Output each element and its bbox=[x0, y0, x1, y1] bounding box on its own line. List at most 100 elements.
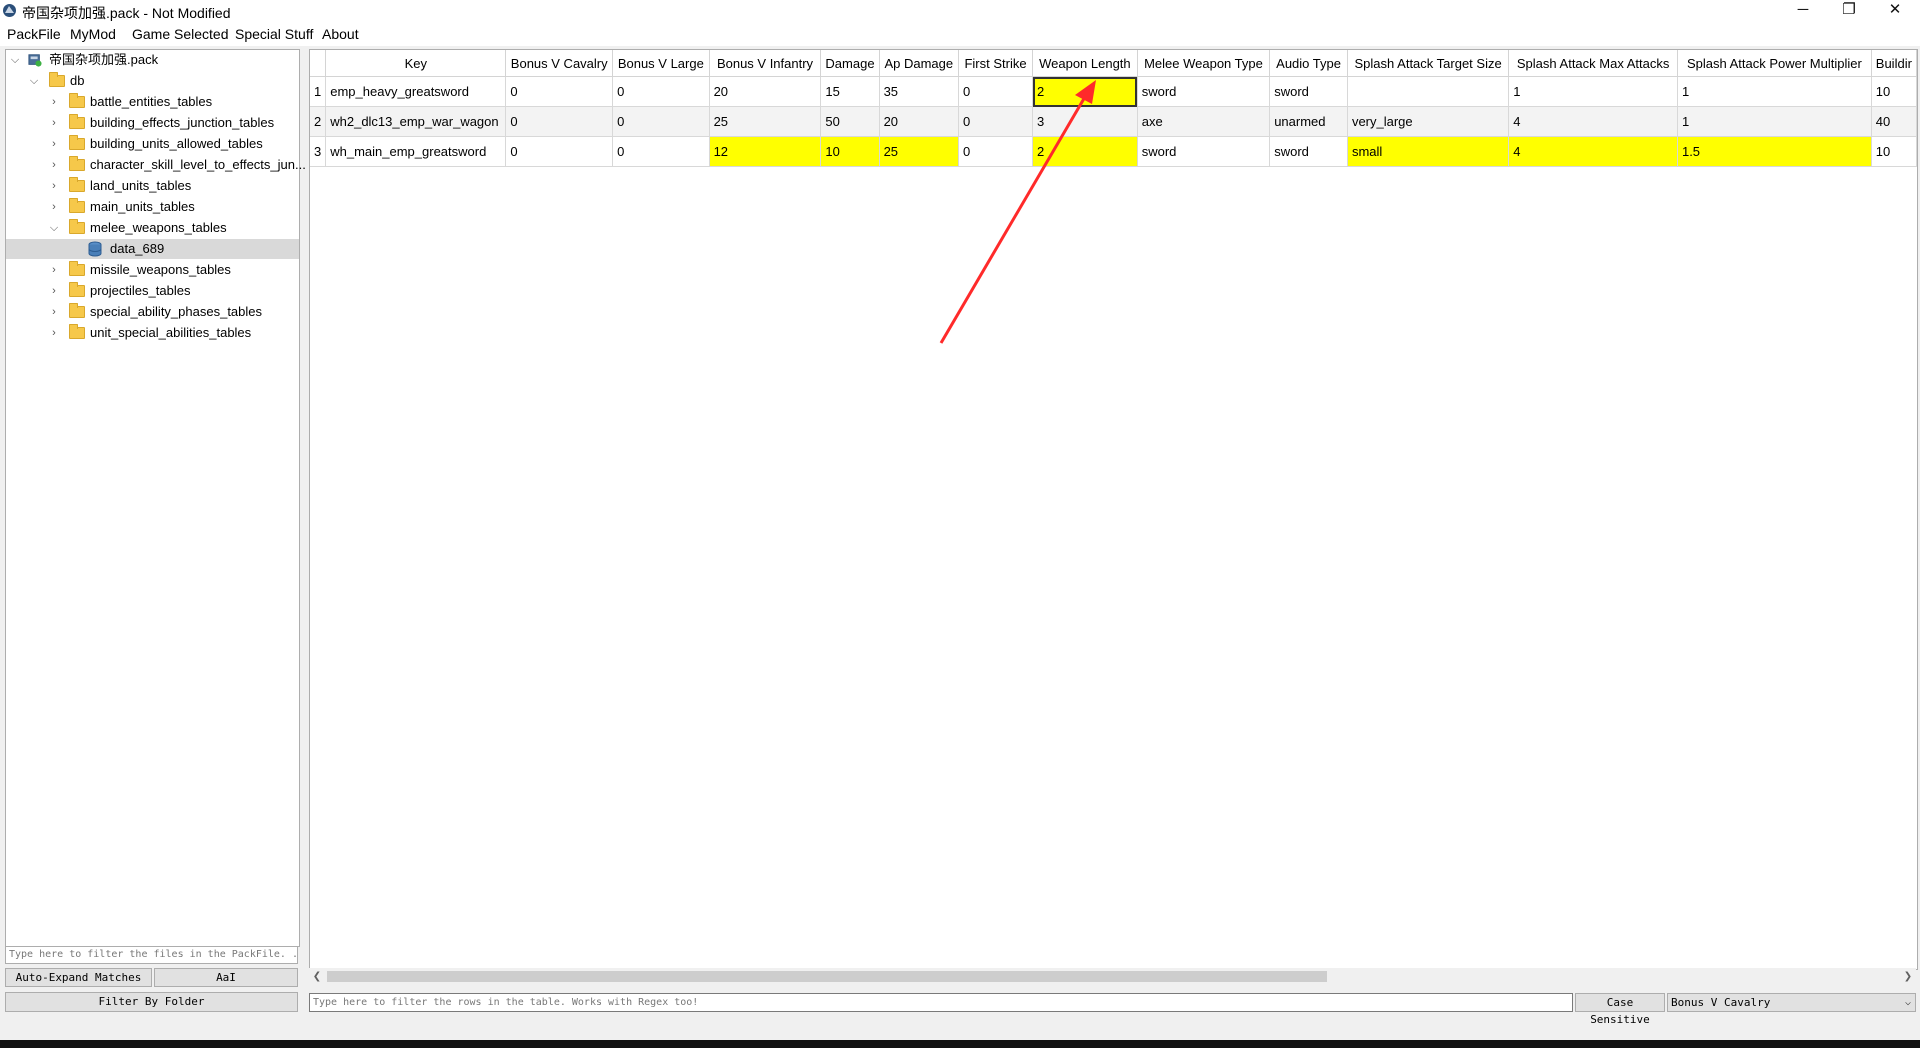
table-cell[interactable]: 0 bbox=[612, 106, 710, 137]
table-cell[interactable]: 0 bbox=[958, 106, 1034, 137]
chevron-down-icon[interactable]: ⌵ bbox=[48, 218, 60, 238]
col-header-audio-type[interactable]: Audio Type bbox=[1269, 50, 1348, 77]
table-cell[interactable]: 20 bbox=[879, 106, 959, 137]
filter-column-select[interactable]: Bonus V Cavalry ⌵ bbox=[1667, 993, 1916, 1012]
table-cell[interactable]: wh_main_emp_greatsword bbox=[325, 136, 507, 167]
col-header-splash-power-multiplier[interactable]: Splash Attack Power Multiplier bbox=[1677, 50, 1872, 77]
chevron-right-icon[interactable]: › bbox=[48, 134, 60, 154]
tree-folder[interactable]: › special_ability_phases_tables bbox=[6, 302, 299, 322]
table-row[interactable]: 2 wh2_dlc13_emp_war_wagon 0 0 25 50 20 0… bbox=[310, 106, 1917, 137]
table-cell-modified[interactable]: 2 bbox=[1032, 136, 1138, 167]
table-row[interactable]: 3 wh_main_emp_greatsword 0 0 12 10 25 0 … bbox=[310, 136, 1917, 167]
table-cell[interactable] bbox=[1347, 76, 1510, 107]
table-cell[interactable]: 25 bbox=[709, 106, 822, 137]
scroll-right-icon[interactable]: ❯ bbox=[1900, 968, 1916, 985]
table-cell[interactable]: sword bbox=[1137, 136, 1271, 167]
menu-mymod[interactable]: MyMod bbox=[70, 26, 116, 42]
table-cell[interactable]: 4 bbox=[1508, 106, 1678, 137]
tree-folder[interactable]: › projectiles_tables bbox=[6, 281, 299, 301]
table-cell[interactable]: 0 bbox=[612, 76, 710, 107]
table-cell[interactable]: 35 bbox=[879, 76, 959, 107]
chevron-right-icon[interactable]: › bbox=[48, 302, 60, 322]
table-cell[interactable]: 40 bbox=[1871, 106, 1917, 137]
tree-folder[interactable]: › building_effects_junction_tables bbox=[6, 113, 299, 133]
table-cell[interactable]: 1 bbox=[1677, 106, 1872, 137]
table-cell-modified[interactable]: 25 bbox=[879, 136, 959, 167]
col-header-key[interactable]: Key bbox=[325, 50, 507, 77]
minimize-button[interactable]: ─ bbox=[1780, 0, 1826, 22]
col-header-bonus-v-large[interactable]: Bonus V Large bbox=[612, 50, 710, 77]
col-header-first-strike[interactable]: First Strike bbox=[958, 50, 1034, 77]
tree-folder[interactable]: › character_skill_level_to_effects_jun..… bbox=[6, 155, 306, 175]
case-sensitive-button[interactable]: Case Sensitive bbox=[1575, 993, 1665, 1026]
table-cell[interactable]: sword bbox=[1269, 76, 1348, 107]
table-cell[interactable]: 15 bbox=[820, 76, 880, 107]
table-cell[interactable]: 0 bbox=[958, 136, 1034, 167]
tree-folder[interactable]: › building_units_allowed_tables bbox=[6, 134, 299, 154]
packfile-tree[interactable]: ⌵ 帝国杂项加强.pack ⌵ db › battle_entities_tab… bbox=[5, 49, 306, 947]
chevron-right-icon[interactable]: › bbox=[48, 281, 60, 301]
col-header-damage[interactable]: Damage bbox=[820, 50, 880, 77]
col-header-melee-weapon-type[interactable]: Melee Weapon Type bbox=[1137, 50, 1271, 77]
col-header-splash-target-size[interactable]: Splash Attack Target Size bbox=[1347, 50, 1510, 77]
table-cell[interactable]: emp_heavy_greatsword bbox=[325, 76, 507, 107]
table-cell-modified[interactable]: 1.5 bbox=[1677, 136, 1872, 167]
chevron-right-icon[interactable]: › bbox=[48, 323, 60, 343]
col-header-ap-damage[interactable]: Ap Damage bbox=[879, 50, 959, 77]
auto-expand-button[interactable]: Auto-Expand Matches bbox=[5, 968, 152, 987]
col-header-weapon-length[interactable]: Weapon Length bbox=[1032, 50, 1138, 77]
table-cell-modified[interactable]: 4 bbox=[1508, 136, 1678, 167]
maximize-button[interactable]: ❐ bbox=[1826, 0, 1872, 22]
table-cell[interactable]: very_large bbox=[1347, 106, 1510, 137]
menu-game-selected[interactable]: Game Selected bbox=[132, 26, 229, 42]
table-cell[interactable]: sword bbox=[1137, 76, 1271, 107]
table-cell[interactable]: 0 bbox=[612, 136, 710, 167]
table-cell-modified[interactable]: small bbox=[1347, 136, 1510, 167]
data-table[interactable]: Key Bonus V Cavalry Bonus V Large Bonus … bbox=[309, 49, 1918, 970]
col-header-splash-max-attacks[interactable]: Splash Attack Max Attacks bbox=[1508, 50, 1678, 77]
tree-folder-db[interactable]: ⌵ db bbox=[6, 71, 299, 91]
row-filter-input[interactable]: Type here to filter the rows in the tabl… bbox=[309, 993, 1573, 1012]
table-cell[interactable]: 0 bbox=[958, 76, 1034, 107]
table-cell[interactable]: wh2_dlc13_emp_war_wagon bbox=[325, 106, 507, 137]
scrollbar-thumb[interactable] bbox=[327, 971, 1327, 982]
table-cell[interactable]: axe bbox=[1137, 106, 1271, 137]
tree-folder[interactable]: › battle_entities_tables bbox=[6, 92, 299, 112]
chevron-right-icon[interactable]: › bbox=[48, 155, 60, 175]
table-cell-modified[interactable]: 10 bbox=[820, 136, 880, 167]
chevron-right-icon[interactable]: › bbox=[48, 197, 60, 217]
table-row[interactable]: 1 emp_heavy_greatsword 0 0 20 15 35 0 2 … bbox=[310, 76, 1917, 107]
col-header-building[interactable]: Buildir bbox=[1871, 50, 1917, 77]
chevron-right-icon[interactable]: › bbox=[48, 113, 60, 133]
close-button[interactable]: ✕ bbox=[1872, 0, 1918, 22]
horizontal-scrollbar[interactable]: ❮ ❯ bbox=[309, 968, 1916, 985]
tree-folder[interactable]: › land_units_tables bbox=[6, 176, 299, 196]
col-header-bonus-v-cavalry[interactable]: Bonus V Cavalry bbox=[505, 50, 614, 77]
chevron-right-icon[interactable]: › bbox=[48, 260, 60, 280]
tree-root[interactable]: ⌵ 帝国杂项加强.pack bbox=[6, 50, 299, 70]
packfile-filter-input[interactable]: Type here to filter the files in the Pac… bbox=[5, 946, 298, 964]
table-cell[interactable]: unarmed bbox=[1269, 106, 1348, 137]
col-header-bonus-v-infantry[interactable]: Bonus V Infantry bbox=[709, 50, 822, 77]
table-cell[interactable]: sword bbox=[1269, 136, 1348, 167]
table-cell[interactable]: 10 bbox=[1871, 76, 1917, 107]
scroll-left-icon[interactable]: ❮ bbox=[309, 968, 325, 985]
table-cell[interactable]: 0 bbox=[505, 136, 614, 167]
tree-folder[interactable]: › unit_special_abilities_tables bbox=[6, 323, 299, 343]
table-cell[interactable]: 20 bbox=[709, 76, 822, 107]
table-cell[interactable]: 0 bbox=[505, 76, 614, 107]
menu-packfile[interactable]: PackFile bbox=[7, 26, 61, 42]
tree-folder[interactable]: › missile_weapons_tables bbox=[6, 260, 299, 280]
chevron-down-icon[interactable]: ⌵ bbox=[9, 50, 21, 70]
table-cell[interactable]: 10 bbox=[1871, 136, 1917, 167]
table-cell[interactable]: 1 bbox=[1508, 76, 1678, 107]
filter-by-folder-button[interactable]: Filter By Folder bbox=[5, 992, 298, 1012]
table-cell-selected[interactable]: 2 bbox=[1032, 76, 1138, 107]
chevron-right-icon[interactable]: › bbox=[48, 92, 60, 112]
case-toggle-button[interactable]: AaI bbox=[154, 968, 298, 987]
chevron-right-icon[interactable]: › bbox=[48, 176, 60, 196]
tree-folder-melee-weapons[interactable]: ⌵ melee_weapons_tables bbox=[6, 218, 299, 238]
table-cell[interactable]: 3 bbox=[1032, 106, 1138, 137]
table-cell[interactable]: 50 bbox=[820, 106, 880, 137]
table-cell-modified[interactable]: 12 bbox=[709, 136, 822, 167]
